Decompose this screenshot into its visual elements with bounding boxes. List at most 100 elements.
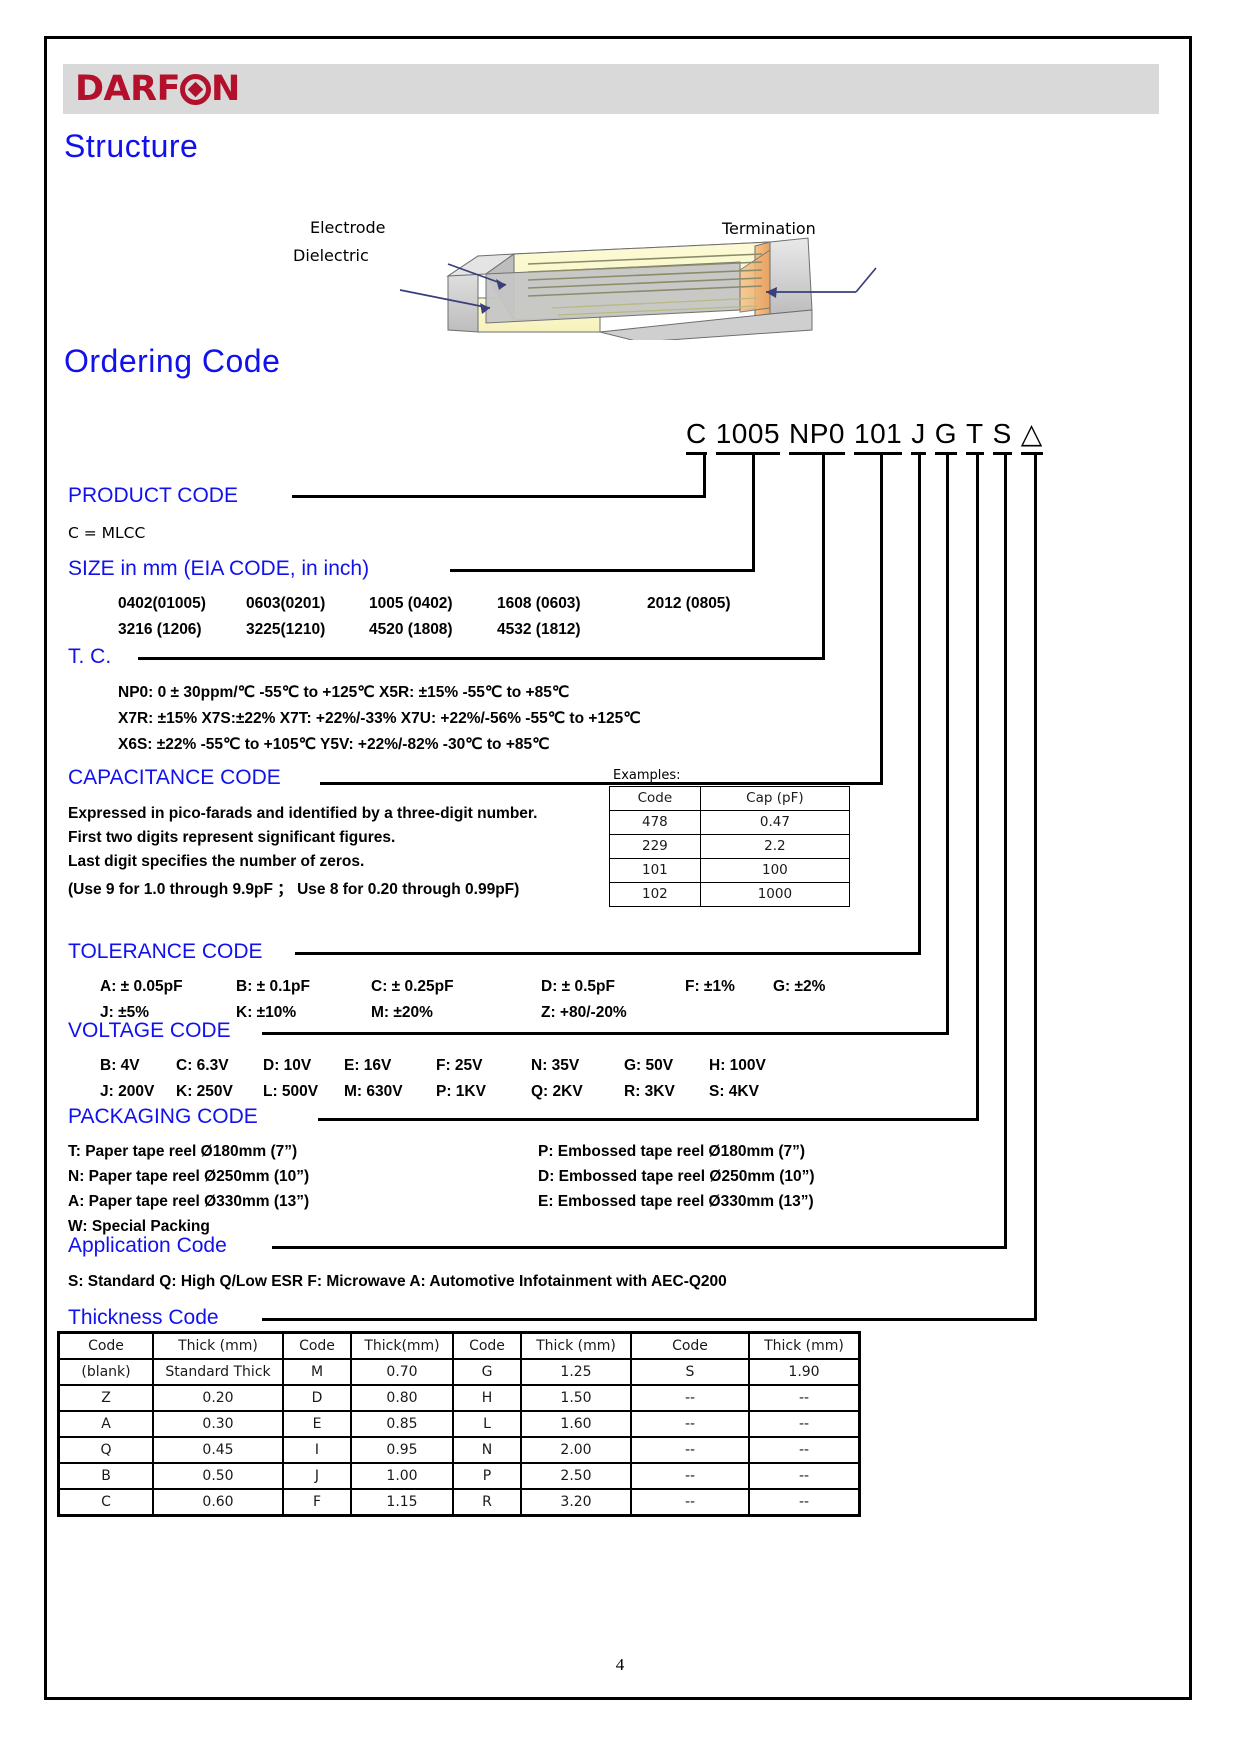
code-segment-packaging: T xyxy=(966,418,984,455)
cell-code: Z xyxy=(57,1385,153,1411)
cell-code: -- xyxy=(631,1489,749,1517)
cell-thick: 1.25 xyxy=(521,1359,631,1385)
leader-line-capacitance-vertical xyxy=(880,455,883,785)
cell-thick: -- xyxy=(749,1437,861,1463)
table-row: 229 2.2 xyxy=(609,834,851,859)
cell-code: D xyxy=(283,1385,351,1411)
cell-thick: Standard Thick xyxy=(153,1359,283,1385)
tolerance-cell: Z: +80/-20% xyxy=(541,1004,627,1021)
section-title-application-code: Application Code xyxy=(68,1234,227,1257)
cell-thick: 0.30 xyxy=(153,1411,283,1437)
cell-code: P xyxy=(453,1463,521,1489)
code-segment-thickness: △ xyxy=(1020,417,1043,455)
capacitance-line-2: First two digits represent significant f… xyxy=(68,829,396,846)
leader-line-voltage-vertical xyxy=(946,455,949,1035)
darfon-logo: DARF N xyxy=(75,67,240,111)
diamond-in-circle-icon xyxy=(180,74,211,105)
cell-code: (blank) xyxy=(57,1359,153,1385)
size-cell: 1005 (0402) xyxy=(369,595,453,612)
cell-code: C xyxy=(57,1489,153,1517)
cell-thick: 0.20 xyxy=(153,1385,283,1411)
leader-line-size-vertical xyxy=(752,455,755,572)
size-row-1: 0402(01005) 0603(0201) 1005 (0402) 1608 (06… xyxy=(118,595,731,613)
cell-code: I xyxy=(283,1437,351,1463)
cell-thick: 1.00 xyxy=(351,1463,453,1489)
cell-code: J xyxy=(283,1463,351,1489)
cell-code: -- xyxy=(631,1385,749,1411)
leader-line-application-horizontal xyxy=(272,1246,1007,1249)
tolerance-cell: G: ±2% xyxy=(773,978,826,995)
leader-line-product-horizontal xyxy=(292,495,706,498)
packaging-left-1: T: Paper tape reel Ø180mm (7”) xyxy=(68,1143,298,1160)
cell-code: Q xyxy=(57,1437,153,1463)
cell-code: A xyxy=(57,1411,153,1437)
leader-line-tolerance-horizontal xyxy=(295,952,921,955)
cell-thick: -- xyxy=(749,1489,861,1517)
label-dielectric: Dielectric xyxy=(293,246,369,265)
code-segment-capacitance: 101 xyxy=(854,418,903,455)
section-title-voltage-code: VOLTAGE CODE xyxy=(68,1019,231,1042)
cell-code: 101 xyxy=(609,858,701,883)
leader-line-tc-horizontal xyxy=(138,657,825,660)
column-header-thick-3: Thick (mm) xyxy=(521,1331,631,1359)
voltage-cell: P: 1KV xyxy=(436,1083,486,1100)
voltage-cell: H: 100V xyxy=(709,1057,766,1074)
cell-thick: -- xyxy=(749,1385,861,1411)
section-title-packaging-code: PACKAGING CODE xyxy=(68,1105,258,1128)
cell-code: R xyxy=(453,1489,521,1517)
cell-thick: 2.50 xyxy=(521,1463,631,1489)
cell-code: B xyxy=(57,1463,153,1489)
voltage-cell: K: 250V xyxy=(176,1083,233,1100)
cell-thick: 3.20 xyxy=(521,1489,631,1517)
column-header-code-4: Code xyxy=(631,1331,749,1359)
section-title-size: SIZE in mm (EIA CODE, in inch) xyxy=(68,557,370,580)
voltage-cell: Q: 2KV xyxy=(531,1083,583,1100)
cell-cap: 0.47 xyxy=(699,810,851,835)
size-cell: 3216 (1206) xyxy=(118,621,202,638)
leader-line-application-vertical xyxy=(1004,455,1007,1249)
voltage-cell: S: 4KV xyxy=(709,1083,759,1100)
cell-code: 478 xyxy=(609,810,701,835)
voltage-cell: J: 200V xyxy=(100,1083,155,1100)
column-header-cap-pf: Cap (pF) xyxy=(699,786,851,811)
leader-line-tc-vertical xyxy=(822,455,825,660)
leader-line-voltage-horizontal xyxy=(262,1032,949,1035)
cell-thick: 1.50 xyxy=(521,1385,631,1411)
thickness-code-table: Code Thick (mm) Code Thick(mm) Code Thic… xyxy=(57,1331,861,1517)
table-row: Z 0.20 D 0.80 H 1.50 -- -- xyxy=(57,1385,861,1411)
size-cell: 0603(0201) xyxy=(246,595,326,612)
tolerance-cell: K: ±10% xyxy=(236,1004,297,1021)
voltage-cell: E: 16V xyxy=(344,1057,392,1074)
cell-thick: 0.85 xyxy=(351,1411,453,1437)
packaging-right-3: E: Embossed tape reel Ø330mm (13”) xyxy=(538,1193,814,1210)
packaging-right-2: D: Embossed tape reel Ø250mm (10”) xyxy=(538,1168,815,1185)
cell-thick: 0.45 xyxy=(153,1437,283,1463)
column-header-thick-1: Thick (mm) xyxy=(153,1331,283,1359)
size-cell: 3225(1210) xyxy=(246,621,326,638)
size-cell: 1608 (0603) xyxy=(497,595,581,612)
table-row: A 0.30 E 0.85 L 1.60 -- -- xyxy=(57,1411,861,1437)
cell-code: L xyxy=(453,1411,521,1437)
cell-cap: 100 xyxy=(699,858,851,883)
page-title-ordering-code: Ordering Code xyxy=(64,343,281,379)
cell-code: S xyxy=(631,1359,749,1385)
tolerance-cell: F: ±1% xyxy=(685,978,735,995)
code-segment-product: C xyxy=(686,418,707,455)
capacitance-examples-block: Examples: Code Cap (pF) 478 0.47 229 2.2… xyxy=(609,768,857,907)
leader-line-thickness-horizontal xyxy=(262,1318,1037,1321)
capacitance-line-1: Expressed in pico-farads and identified … xyxy=(68,805,538,822)
cell-thick: -- xyxy=(749,1411,861,1437)
section-title-thickness-code: Thickness Code xyxy=(68,1306,219,1329)
cell-thick: 0.95 xyxy=(351,1437,453,1463)
product-code-value: C = MLCC xyxy=(68,524,146,542)
leader-line-packaging-vertical xyxy=(976,455,979,1121)
cell-code: 229 xyxy=(609,834,701,859)
voltage-cell: G: 50V xyxy=(624,1057,674,1074)
table-header-row: Code Thick (mm) Code Thick(mm) Code Thic… xyxy=(57,1331,861,1359)
page-number: 4 xyxy=(615,1655,625,1674)
code-segment-tc: NP0 xyxy=(789,418,845,455)
table-row: C 0.60 F 1.15 R 3.20 -- -- xyxy=(57,1489,861,1517)
column-header-code-1: Code xyxy=(57,1331,153,1359)
cell-code: -- xyxy=(631,1463,749,1489)
packaging-left-2: N: Paper tape reel Ø250mm (10”) xyxy=(68,1168,310,1185)
